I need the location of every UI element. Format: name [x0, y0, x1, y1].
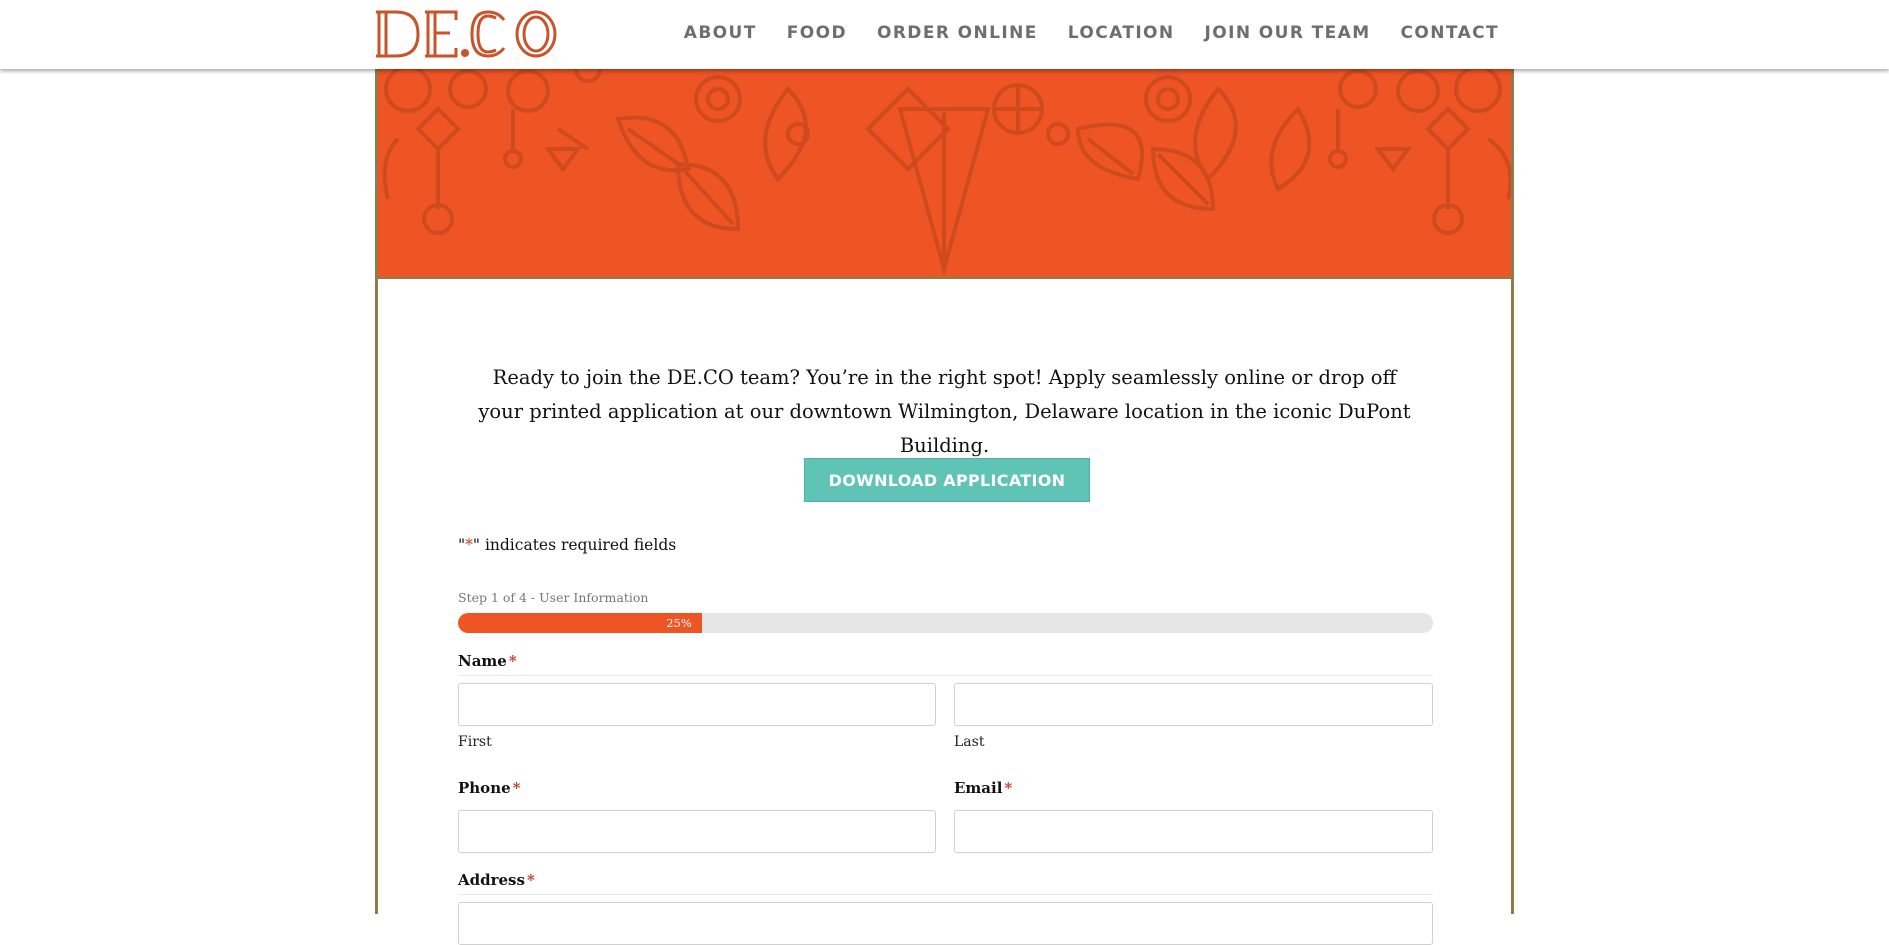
nav-join-our-team[interactable]: JOIN OUR TEAM	[1205, 23, 1371, 43]
address-label: Address *	[458, 871, 535, 889]
nav-contact[interactable]: CONTACT	[1401, 23, 1499, 43]
name-label-text: Name	[458, 652, 507, 670]
nav-order-online[interactable]: ORDER ONLINE	[877, 23, 1038, 43]
first-name-sublabel: First	[458, 734, 492, 750]
phone-label-text: Phone	[458, 779, 511, 797]
required-note-star: *	[465, 536, 473, 554]
deco-logo[interactable]	[376, 6, 560, 60]
intro-text: Ready to join the DE.CO team? You’re in …	[478, 366, 1411, 457]
download-application-button[interactable]: DOWNLOAD APPLICATION	[804, 458, 1090, 502]
email-input[interactable]	[954, 810, 1433, 853]
name-divider	[458, 675, 1433, 676]
last-name-sublabel: Last	[954, 734, 985, 750]
required-fields-note: "*" indicates required fields	[458, 536, 676, 554]
first-name-input[interactable]	[458, 683, 936, 726]
address-divider	[458, 894, 1433, 895]
email-required-mark: *	[1004, 779, 1013, 797]
decorative-banner	[378, 69, 1511, 279]
phone-label: Phone *	[458, 779, 521, 797]
address-label-text: Address	[458, 871, 525, 889]
phone-input[interactable]	[458, 810, 936, 853]
nav-location[interactable]: LOCATION	[1068, 23, 1175, 43]
nav-food[interactable]: FOOD	[787, 23, 847, 43]
email-label-text: Email	[954, 779, 1003, 797]
site-header: ABOUT FOOD ORDER ONLINE LOCATION JOIN OU…	[0, 0, 1889, 69]
address-required-mark: *	[526, 871, 535, 889]
address-input[interactable]	[458, 902, 1433, 945]
required-note-text: " indicates required fields	[472, 536, 677, 554]
content-frame: Ready to join the DE.CO team? You’re in …	[375, 69, 1514, 945]
step-indicator: Step 1 of 4 - User Information	[458, 590, 649, 605]
form-progress-bar: 25%	[458, 613, 1433, 633]
email-label: Email *	[954, 779, 1012, 797]
nav-about[interactable]: ABOUT	[684, 23, 757, 43]
phone-required-mark: *	[512, 779, 521, 797]
name-label: Name *	[458, 652, 517, 670]
deco-logo-mark	[376, 10, 557, 58]
floral-pattern-graphic	[382, 69, 1511, 277]
name-required-mark: *	[508, 652, 517, 670]
form-progress-fill: 25%	[458, 613, 702, 633]
main-nav: ABOUT FOOD ORDER ONLINE LOCATION JOIN OU…	[654, 0, 1499, 66]
last-name-input[interactable]	[954, 683, 1433, 726]
